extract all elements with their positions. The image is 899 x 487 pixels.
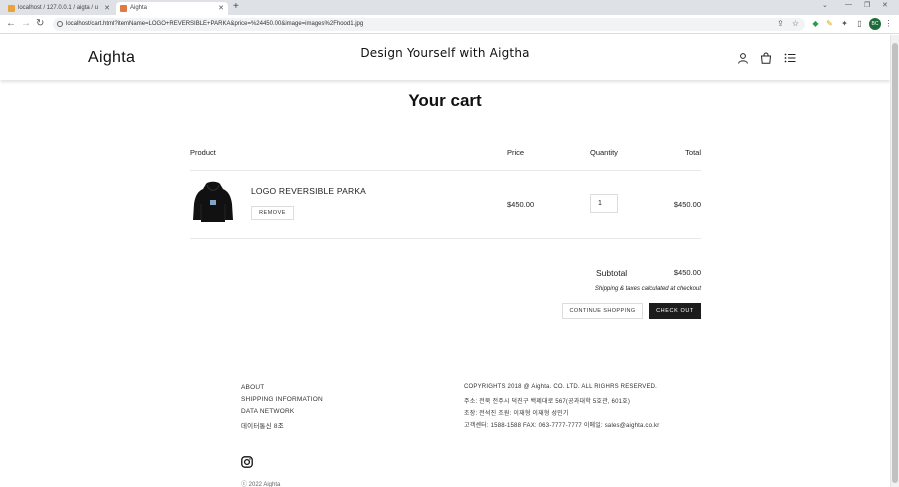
close-tab-icon[interactable]: ✕ [104, 2, 110, 15]
product-image-hoodie[interactable] [192, 180, 234, 224]
tab-title: localhost / 127.0.0.1 / aigta / u [18, 5, 99, 11]
footer-link-about[interactable]: ABOUT [241, 384, 264, 391]
footer-copyright-line: COPYRIGHTS 2018 @ Aighta. CO. LTD. ALL R… [464, 384, 658, 390]
page-title: Your cart [408, 91, 482, 110]
address-bar[interactable]: localhost/cart.html?itemName=LOGO+REVERS… [53, 18, 805, 31]
column-header-quantity: Quantity [590, 148, 618, 157]
menu-list-icon[interactable] [784, 52, 796, 64]
instagram-icon[interactable] [241, 456, 253, 468]
footer-link-team[interactable]: 데이터통신 8조 [241, 420, 284, 430]
phpmyadmin-favicon-icon [8, 5, 15, 12]
profile-avatar[interactable]: BC [869, 18, 881, 30]
url-text: localhost/cart.html?itemName=LOGO+REVERS… [66, 21, 364, 27]
forward-arrow-icon[interactable]: → [21, 18, 31, 30]
window-close-icon[interactable]: ✕ [882, 1, 888, 9]
browser-toolbar: ← → ↻ localhost/cart.html?itemName=LOGO+… [0, 15, 899, 34]
table-divider [190, 238, 701, 239]
browser-menu-icon[interactable]: ⋮ [884, 19, 893, 28]
new-tab-icon[interactable]: + [233, 1, 239, 12]
footer-link-data-network[interactable]: DATA NETWORK [241, 408, 294, 415]
footer-address: 주소: 전북 전주시 덕진구 백제대로 567(공과대학 5호관, 601호) [464, 399, 631, 405]
checkout-button[interactable]: CHECK OUT [649, 303, 701, 319]
product-name[interactable]: LOGO REVERSIBLE PARKA [251, 186, 366, 196]
extensions-puzzle-icon[interactable]: ✦ [840, 19, 849, 28]
column-header-price: Price [507, 148, 525, 157]
user-icon[interactable] [737, 52, 749, 64]
side-panel-icon[interactable]: ▯ [855, 19, 864, 28]
aighta-favicon-icon [120, 5, 127, 12]
bag-icon[interactable] [760, 52, 772, 64]
footer-copyright: ⓒ 2022 Aighta [241, 482, 281, 487]
continue-shopping-button[interactable]: CONTINUE SHOPPING [562, 303, 643, 319]
browser-tab-strip: localhost / 127.0.0.1 / aigta / u ✕ Aigh… [0, 0, 899, 15]
item-total: $450.00 [673, 200, 701, 209]
minimize-icon[interactable]: — [845, 1, 852, 8]
tab-search-icon[interactable]: ⌄ [822, 1, 828, 9]
footer-contact: 고객센터: 1588-1588 FAX: 063-7777-7777 이메일: … [464, 423, 660, 429]
browser-tab-aighta[interactable]: Aighta ✕ [116, 2, 228, 15]
subtotal-value: $450.00 [673, 268, 701, 277]
tab-title: Aighta [130, 5, 148, 11]
remove-button[interactable]: REMOVE [251, 206, 294, 220]
site-info-icon[interactable] [57, 21, 63, 27]
page-scrollbar[interactable] [890, 35, 899, 487]
share-icon[interactable]: ⇪ [776, 19, 785, 28]
reload-icon[interactable]: ↻ [36, 18, 44, 30]
column-header-product: Product [190, 148, 216, 157]
scrollbar-thumb[interactable] [892, 43, 898, 483]
site-header: Aighta Design Yourself with Aigtha [0, 35, 890, 80]
extension-pen-icon[interactable]: ✎ [825, 19, 834, 28]
shipping-note: Shipping & taxes calculated at checkout [594, 286, 701, 292]
bookmark-star-icon[interactable]: ☆ [791, 19, 800, 28]
item-price: $450.00 [507, 200, 535, 209]
browser-tab-phpmyadmin[interactable]: localhost / 127.0.0.1 / aigta / u ✕ [4, 2, 114, 15]
table-divider [190, 170, 701, 171]
restore-icon[interactable]: ❐ [864, 1, 870, 9]
close-tab-icon[interactable]: ✕ [218, 2, 224, 15]
footer-team-members: 조장: 전석진 조원: 이재형 이재형 성민기 [464, 411, 569, 417]
column-header-total: Total [685, 148, 701, 157]
site-tagline: Design Yourself with Aigtha [360, 46, 530, 60]
extension-icon[interactable]: ◆ [811, 19, 820, 28]
back-arrow-icon[interactable]: ← [6, 18, 16, 30]
footer-link-shipping[interactable]: SHIPPING INFORMATION [241, 396, 323, 403]
quantity-input[interactable] [590, 194, 618, 213]
subtotal-label: Subtotal [596, 268, 628, 278]
